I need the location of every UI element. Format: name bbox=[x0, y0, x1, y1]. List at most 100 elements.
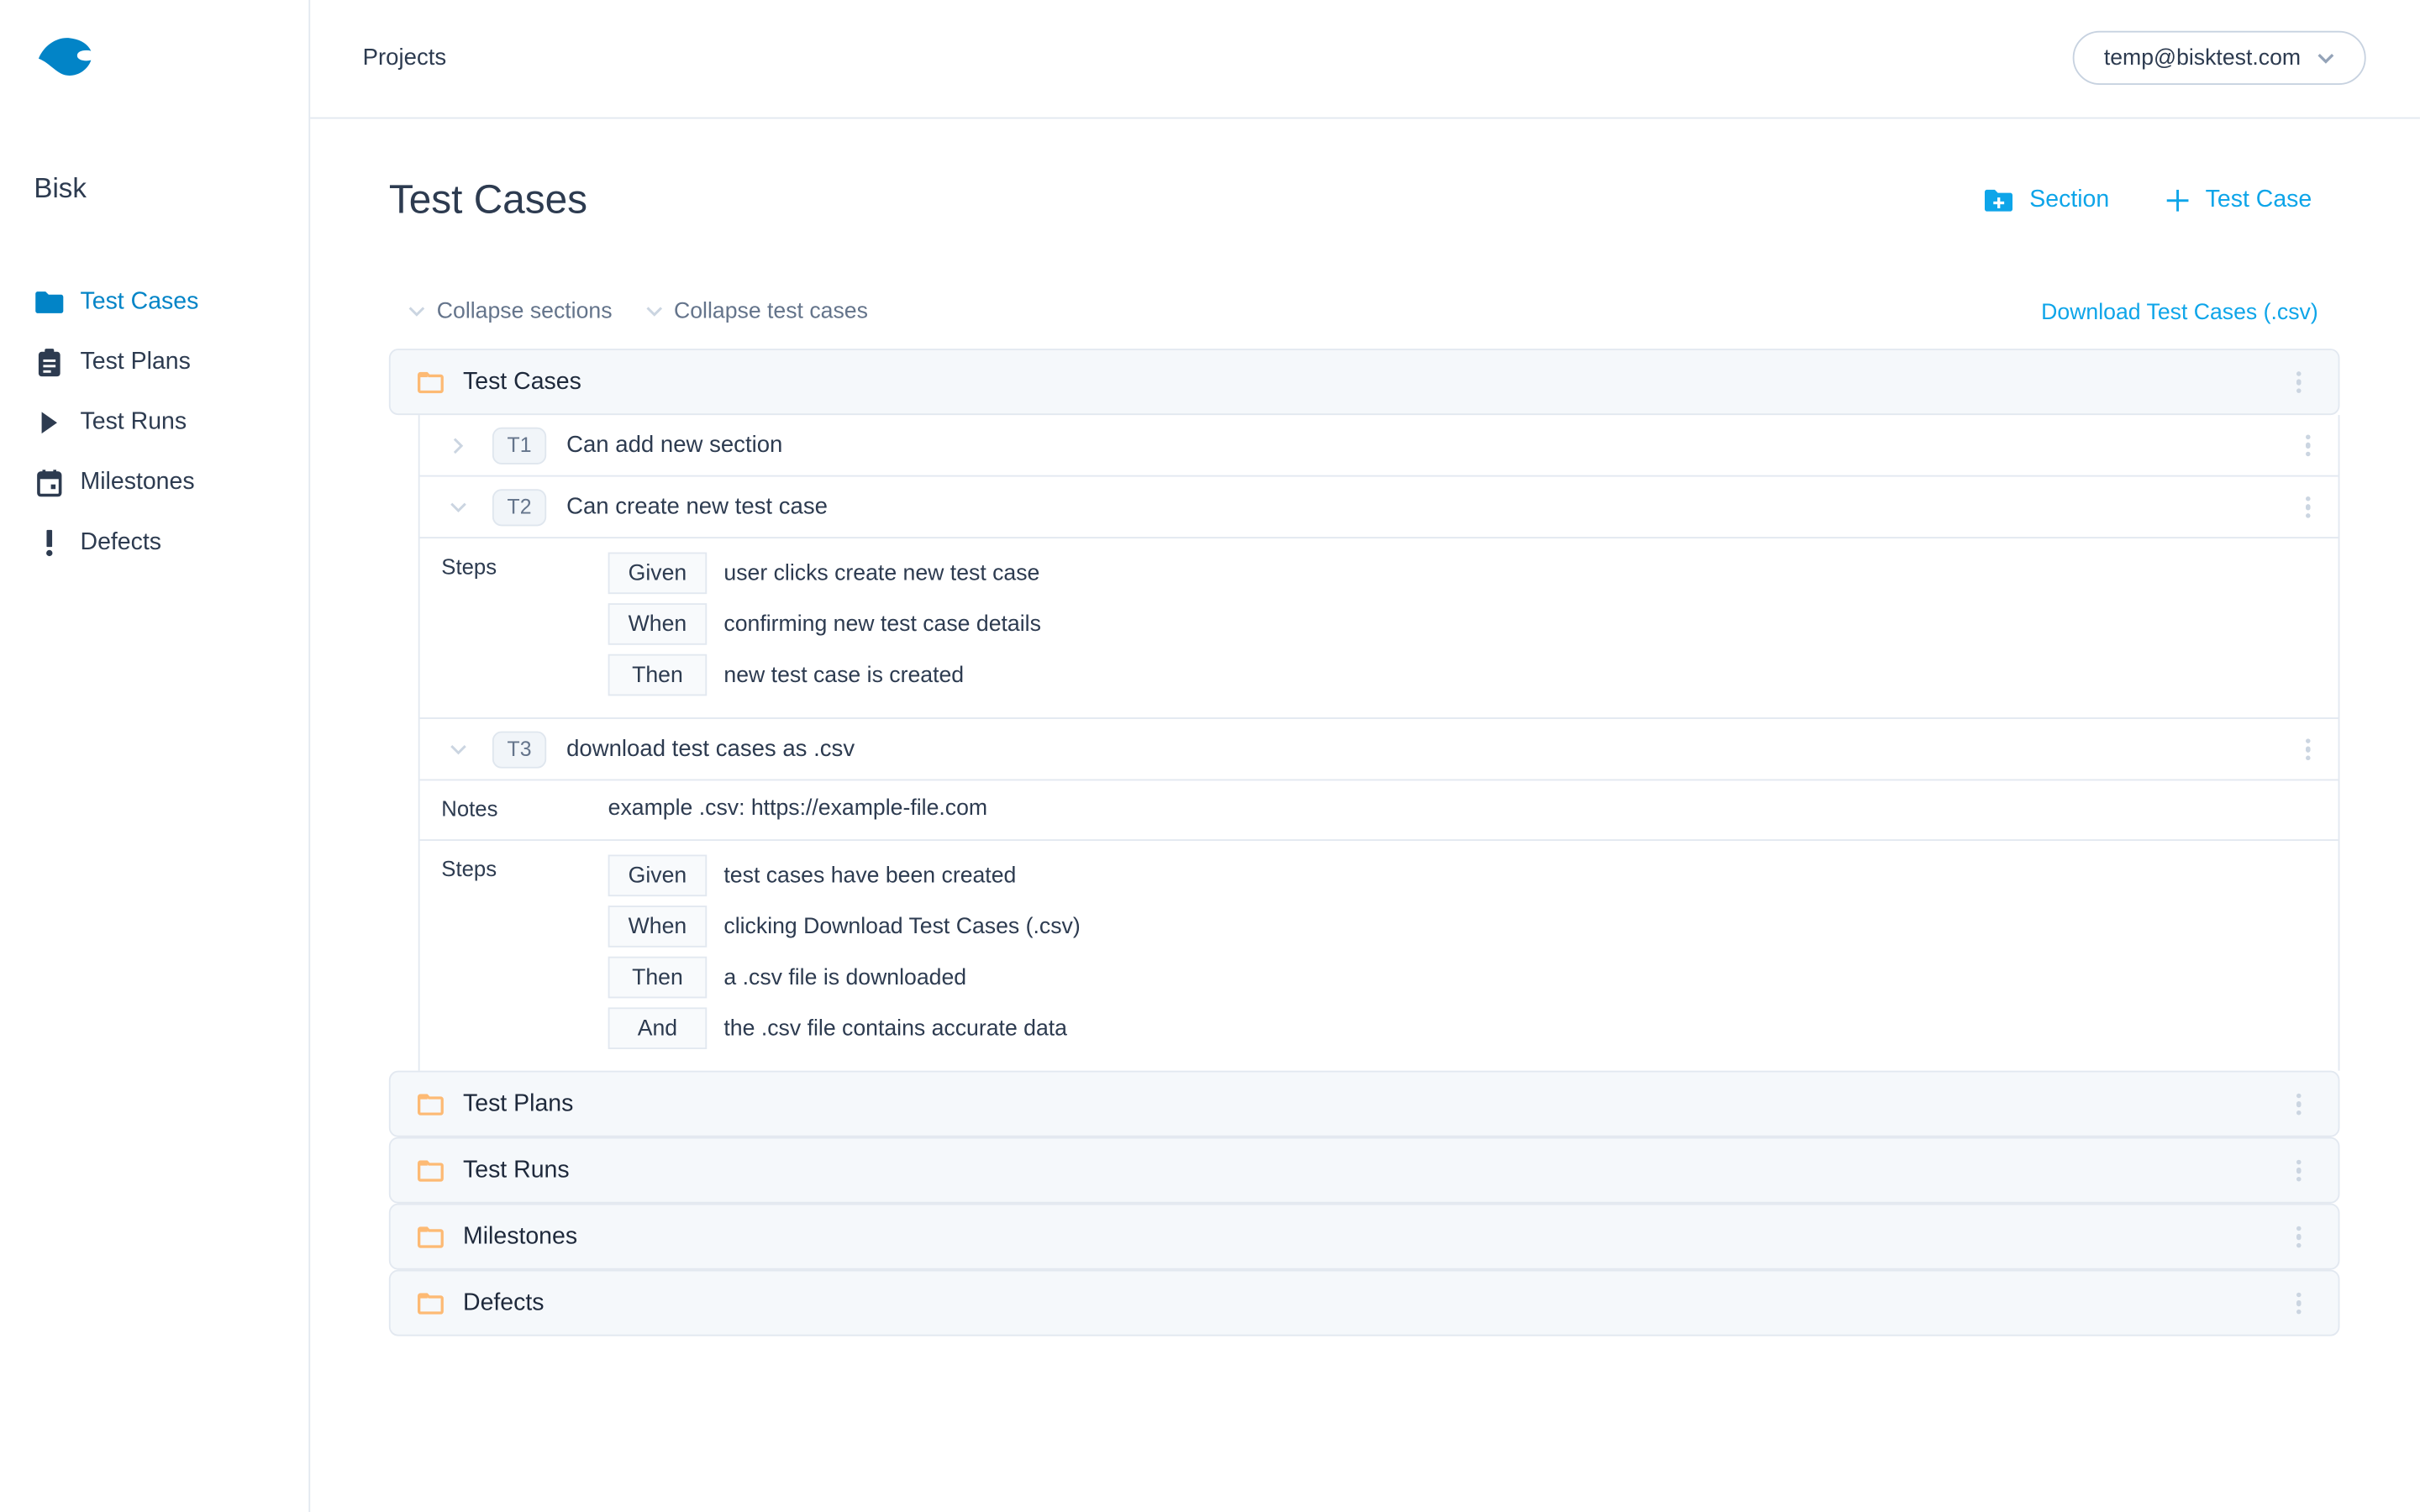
sidebar: Bisk Test Cases Test Plans Test Runs Mil… bbox=[0, 0, 311, 1512]
more-options-icon[interactable] bbox=[2296, 1158, 2302, 1182]
chevron-right-icon[interactable] bbox=[448, 436, 470, 454]
step-keyword: When bbox=[608, 603, 708, 645]
sidebar-item-defects[interactable]: Defects bbox=[34, 512, 198, 573]
test-case-title: Can add new section bbox=[566, 432, 783, 459]
plus-icon bbox=[2165, 188, 2190, 213]
collapse-toolbar: Collapse sections Collapse test cases bbox=[408, 299, 901, 324]
add-section-button[interactable]: Section bbox=[1983, 186, 2109, 214]
more-options-icon[interactable] bbox=[2305, 496, 2311, 518]
step-row: When clicking Download Test Cases (.csv) bbox=[608, 906, 1081, 948]
sidebar-item-label: Test Runs bbox=[80, 407, 187, 435]
sidebar-item-test-cases[interactable]: Test Cases bbox=[34, 271, 198, 332]
step-keyword: And bbox=[608, 1007, 708, 1049]
test-case-steps: Steps Given user clicks create new test … bbox=[419, 538, 2338, 719]
sidebar-item-label: Test Cases bbox=[80, 287, 199, 314]
step-text: a .csv file is downloaded bbox=[723, 964, 967, 990]
step-row: And the .csv file contains accurate data bbox=[608, 1007, 1081, 1049]
notes-label: Notes bbox=[441, 795, 498, 822]
section-row[interactable]: Milestones bbox=[388, 1203, 2340, 1270]
folder-outline-icon bbox=[417, 1292, 445, 1314]
app-root: Bisk Test Cases Test Plans Test Runs Mil… bbox=[0, 0, 2420, 1512]
section-cases: T1 Can add new section T2 Can create new… bbox=[418, 415, 2340, 1071]
chevron-down-icon bbox=[2316, 45, 2334, 70]
sidebar-item-label: Milestones bbox=[80, 468, 195, 495]
step-text: new test case is created bbox=[723, 662, 965, 688]
notes-value: example .csv: https://example-file.com bbox=[608, 795, 988, 822]
section-row[interactable]: Test Cases bbox=[388, 349, 2340, 416]
more-options-icon[interactable] bbox=[2296, 1092, 2302, 1116]
section-title: Test Plans bbox=[463, 1089, 574, 1116]
folder-outline-icon bbox=[417, 1093, 445, 1115]
collapse-test-cases-label: Collapse test cases bbox=[674, 299, 868, 324]
play-icon bbox=[34, 407, 65, 438]
chevron-down-icon bbox=[408, 306, 426, 318]
test-case-steps: Steps Given test cases have been created… bbox=[420, 841, 2338, 1071]
steps-list: Given test cases have been created When … bbox=[608, 854, 1081, 1049]
sidebar-item-label: Test Plans bbox=[80, 348, 191, 375]
sidebar-nav: Test Cases Test Plans Test Runs Mileston… bbox=[34, 271, 198, 572]
top-header: Projects temp@bisktest.com bbox=[310, 0, 2420, 119]
step-text: confirming new test case details bbox=[723, 612, 1041, 637]
sidebar-item-label: Defects bbox=[80, 528, 162, 555]
step-keyword: Then bbox=[608, 654, 708, 696]
test-case-title: Can create new test case bbox=[566, 493, 828, 520]
step-row: Then new test case is created bbox=[608, 654, 1041, 696]
add-test-case-button[interactable]: Test Case bbox=[2165, 186, 2312, 214]
step-keyword: Then bbox=[608, 956, 708, 999]
section-row[interactable]: Test Plans bbox=[388, 1070, 2340, 1137]
section-row[interactable]: Defects bbox=[388, 1269, 2340, 1336]
test-case-row[interactable]: T3 download test cases as .csv bbox=[419, 719, 2338, 781]
step-text: test cases have been created bbox=[723, 863, 1017, 889]
projects-link[interactable]: Projects bbox=[363, 45, 447, 71]
more-options-icon[interactable] bbox=[2305, 738, 2311, 761]
section-tree: Test Cases T1 Can add new section T2 Can… bbox=[388, 349, 2340, 1336]
sidebar-item-test-runs[interactable]: Test Runs bbox=[34, 392, 198, 453]
step-text: the .csv file contains accurate data bbox=[723, 1016, 1068, 1041]
chevron-down-icon[interactable] bbox=[448, 501, 470, 513]
test-case-notes: Notes example .csv: https://example-file… bbox=[419, 780, 2338, 842]
sidebar-item-milestones[interactable]: Milestones bbox=[34, 452, 198, 512]
more-options-icon[interactable] bbox=[2296, 1291, 2302, 1315]
collapse-sections-label: Collapse sections bbox=[436, 299, 613, 324]
step-keyword: When bbox=[608, 906, 708, 948]
test-case-row[interactable]: T2 Can create new test case bbox=[419, 477, 2338, 539]
step-text: user clicks create new test case bbox=[723, 560, 1040, 586]
section-title: Test Runs bbox=[463, 1156, 570, 1183]
test-case-id-badge: T2 bbox=[492, 488, 547, 526]
steps-label: Steps bbox=[441, 856, 497, 881]
sidebar-item-test-plans[interactable]: Test Plans bbox=[34, 332, 198, 392]
step-row: Given user clicks create new test case bbox=[608, 552, 1041, 595]
chevron-down-icon bbox=[644, 306, 663, 318]
page-title: Test Cases bbox=[388, 176, 588, 223]
user-menu-button[interactable]: temp@bisktest.com bbox=[2072, 30, 2366, 86]
folder-plus-icon bbox=[1983, 188, 2014, 213]
collapse-test-cases-button[interactable]: Collapse test cases bbox=[644, 299, 868, 324]
step-row: When confirming new test case details bbox=[608, 603, 1041, 645]
test-case-id-badge: T3 bbox=[492, 730, 547, 768]
project-name: Bisk bbox=[34, 172, 87, 204]
step-keyword: Given bbox=[608, 854, 708, 897]
folder-outline-icon bbox=[417, 370, 445, 393]
test-case-row[interactable]: T1 Can add new section bbox=[419, 415, 2338, 477]
more-options-icon[interactable] bbox=[2296, 370, 2302, 393]
steps-label: Steps bbox=[441, 554, 497, 579]
steps-list: Given user clicks create new test case W… bbox=[608, 552, 1041, 696]
bisk-logo[interactable] bbox=[38, 37, 97, 77]
folder-icon bbox=[34, 286, 65, 318]
section-title: Defects bbox=[463, 1289, 544, 1315]
step-row: Then a .csv file is downloaded bbox=[608, 956, 1081, 999]
folder-outline-icon bbox=[417, 1226, 445, 1247]
more-options-icon[interactable] bbox=[2305, 433, 2311, 457]
download-csv-link[interactable]: Download Test Cases (.csv) bbox=[2041, 301, 2318, 325]
calendar-icon bbox=[34, 467, 65, 498]
step-keyword: Given bbox=[608, 552, 708, 595]
exclamation-icon bbox=[34, 527, 65, 558]
clipboard-icon bbox=[34, 346, 65, 377]
add-test-case-label: Test Case bbox=[2205, 186, 2312, 213]
chevron-down-icon[interactable] bbox=[448, 743, 470, 755]
section-title: Test Cases bbox=[463, 368, 581, 395]
section-row[interactable]: Test Runs bbox=[388, 1137, 2340, 1204]
folder-outline-icon bbox=[417, 1159, 445, 1181]
collapse-sections-button[interactable]: Collapse sections bbox=[408, 299, 613, 324]
more-options-icon[interactable] bbox=[2296, 1225, 2302, 1248]
